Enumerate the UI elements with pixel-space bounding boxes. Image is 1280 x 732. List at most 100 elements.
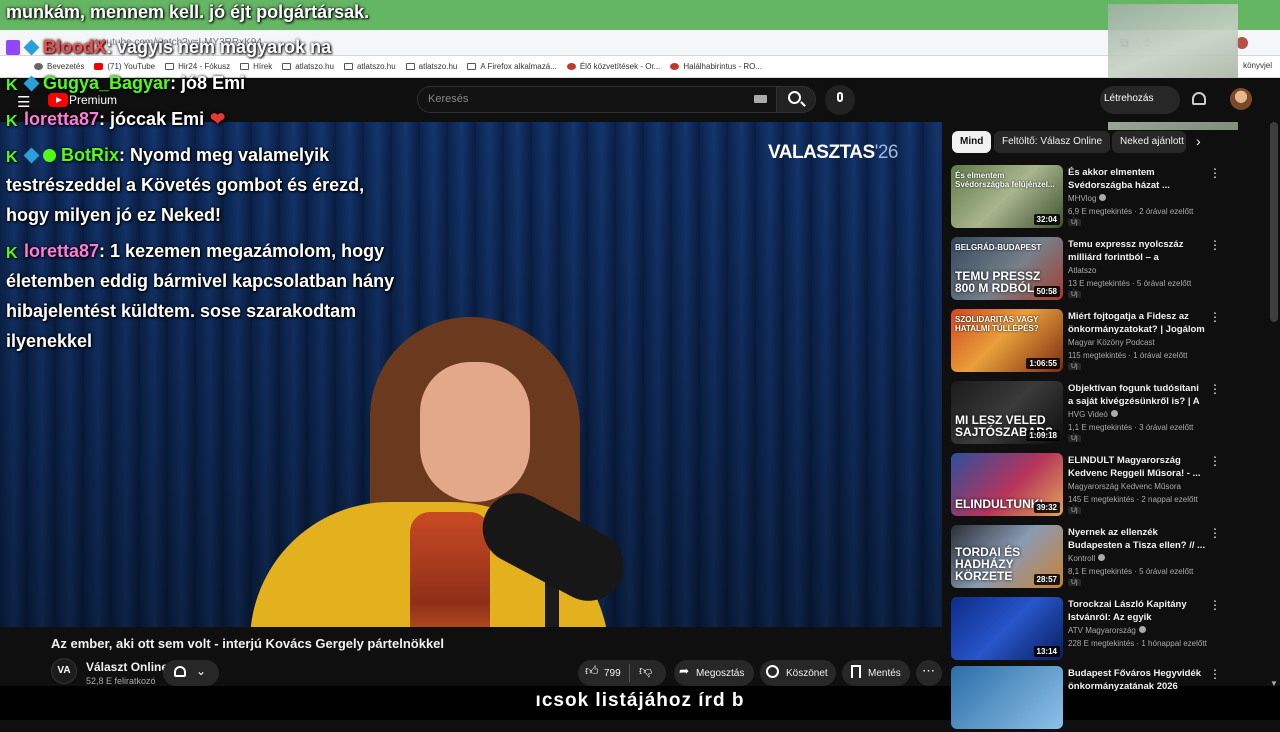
kebab-menu-icon[interactable]: ⋮: [1209, 310, 1221, 324]
new-badge: Új: [1068, 219, 1081, 226]
kebab-menu-icon[interactable]: ⋮: [1209, 238, 1221, 252]
video-meta: 145 E megtekintés · 2 nappal ezelőtt: [1068, 495, 1198, 504]
bookmark-item[interactable]: Halálhabirintus - RO...: [670, 62, 762, 71]
kebab-menu-icon[interactable]: ⋮: [1209, 382, 1221, 396]
kebab-menu-icon[interactable]: ⋮: [1209, 454, 1221, 468]
channel-label: ATV Magyarország: [1068, 626, 1136, 635]
recommended-video[interactable]: BELGRÁD-BUDAPEST TEMU PRESSZ 800 M RDBÓL 5…: [951, 237, 1251, 303]
bookmark-item[interactable]: Élő közvetítések - Or...: [566, 62, 661, 71]
bookmark-label: Halálhabirintus - RO...: [683, 62, 763, 71]
channel-name[interactable]: MHVlog: [1068, 194, 1107, 203]
video-title[interactable]: Miért fojtogatja a Fidesz az önkormányza…: [1068, 310, 1206, 336]
recommended-video[interactable]: Budapest Főváros Hegyvidék önkormányzatá…: [951, 666, 1251, 732]
bookmark-label: atlatszo.hu: [356, 62, 396, 71]
chat-text-line: ilyenekkel: [6, 331, 93, 351]
bookmark-label: Élő közvetítések - Or...: [579, 62, 661, 71]
chip-uploader[interactable]: Feltöltő: Válasz Online: [994, 131, 1111, 153]
chip-recommended[interactable]: Neked ajánlott: [1112, 131, 1186, 153]
dislike-icon[interactable]: 👎︎: [639, 664, 652, 679]
video-duration: 1:06:55: [1026, 358, 1060, 369]
video-title[interactable]: És akkor elmentem Svédországba házat ...: [1068, 166, 1206, 192]
channel-name[interactable]: Választ Online: [86, 660, 168, 674]
recommended-video[interactable]: TORDAI ÉS HADHÁZY KÖRZETE 28:57 Nyernek az…: [951, 525, 1251, 591]
video-title: Az ember, aki ott sem volt - interjú Kov…: [51, 636, 445, 651]
scroll-down-icon[interactable]: ▼: [1270, 679, 1278, 688]
video-thumbnail[interactable]: TORDAI ÉS HADHÁZY KÖRZETE 28:57: [951, 525, 1063, 588]
channel-name[interactable]: Kontroll: [1068, 554, 1106, 563]
bookmark-label: atlatszo.hu: [295, 62, 334, 71]
video-thumbnail[interactable]: És elmentem Svédországba felújénzel... 32…: [951, 165, 1063, 228]
video-thumbnail[interactable]: 13:14: [951, 597, 1063, 660]
video-thumbnail[interactable]: MI LESZ VELED SAJTÓSZABADS 1:09:18: [951, 381, 1063, 444]
recommended-video[interactable]: 13:14 Torockzai László Kapitány Istvánról…: [951, 597, 1251, 663]
divider: [629, 664, 630, 682]
like-icon[interactable]: 👍︎: [585, 664, 599, 679]
keyboard-icon[interactable]: [754, 95, 767, 103]
like-count[interactable]: 799: [604, 668, 621, 679]
other-bookmarks[interactable]: könyvjel: [1243, 61, 1272, 70]
verified-icon: [1138, 626, 1146, 633]
video-title[interactable]: Temu expressz nyolcszáz milliárd forintb…: [1068, 238, 1206, 264]
kick-icon: K: [6, 245, 18, 262]
video-duration: 50:58: [1033, 286, 1060, 297]
bookmark-item[interactable]: atlatszo.hu: [282, 62, 334, 71]
site-icon: [566, 63, 576, 70]
video-meta: 13 E megtekintés · 5 órával ezelőtt: [1068, 279, 1192, 288]
kebab-menu-icon[interactable]: ⋮: [1209, 526, 1221, 540]
chevron-right-icon[interactable]: ›: [1196, 133, 1201, 149]
video-thumbnail[interactable]: BELGRÁD-BUDAPEST TEMU PRESSZ 800 M RDBÓL 5…: [951, 237, 1063, 300]
bookmark-item[interactable]: atlatszo.hu: [343, 62, 396, 71]
recommended-video[interactable]: MI LESZ VELED SAJTÓSZABADS 1:09:18 Objektí…: [951, 381, 1251, 447]
video-duration: 1:09:18: [1026, 430, 1060, 441]
chat-text: : Nyomd meg valamelyik: [119, 145, 330, 165]
video-title[interactable]: ELINDULT Magyarország Kedvenc Reggeli Mű…: [1068, 454, 1206, 480]
recommended-video[interactable]: ELINDULTUNK! 39:32 ELINDULT Magyarország K…: [951, 453, 1251, 519]
subscription-bell-button[interactable]: [163, 660, 219, 686]
new-badge: Új: [1068, 579, 1081, 586]
video-title[interactable]: Nyernek az ellenzék Budapesten a Tisza e…: [1068, 526, 1206, 552]
search-input[interactable]: [417, 86, 777, 113]
avatar[interactable]: [1230, 88, 1252, 110]
channel-label: Atlatszo: [1068, 266, 1097, 275]
bookmark-label: A Firefox alkalmazá...: [480, 62, 557, 71]
video-title[interactable]: Torockzai László Kapitány Istvánról: Az …: [1068, 598, 1206, 624]
thanks-label: Köszönet: [786, 668, 828, 679]
chat-message-partial: munkám, mennem kell. jó éjt polgártársak…: [6, 2, 370, 22]
video-title[interactable]: Objektívan fogunk tudósítani a saját kiv…: [1068, 382, 1206, 408]
channel-name[interactable]: Magyar Közöny Podcast: [1068, 338, 1155, 347]
heart-icon: ❤: [210, 109, 226, 129]
twitch-icon: [6, 40, 20, 55]
kebab-menu-icon[interactable]: ⋮: [1209, 667, 1221, 681]
notifications-bell-icon[interactable]: [1192, 92, 1206, 105]
chevron-down-icon: ⌄: [196, 664, 207, 678]
thumbnail-caption: És elmentem Svédországba felújénzel...: [955, 171, 1055, 189]
video-title[interactable]: Budapest Főváros Hegyvidék önkormányzatá…: [1068, 667, 1206, 693]
chat-text: : vagyis nem magyarok na: [106, 37, 332, 57]
kebab-menu-icon[interactable]: ⋮: [1209, 598, 1221, 612]
video-thumbnail[interactable]: ELINDULTUNK! 39:32: [951, 453, 1063, 516]
bookmark-item[interactable]: atlatszo.hu: [405, 62, 457, 71]
chat-message: K BotRix: Nyomd meg valamelyik: [6, 140, 329, 170]
recommended-video[interactable]: És elmentem Svédországba felújénzel... 32…: [951, 165, 1251, 231]
channel-name[interactable]: Magyarország Kedvenc Műsora: [1068, 482, 1181, 491]
recommended-video[interactable]: SZOLIDARITÁS VAGY HATALMI TÚLLÉPÉS? 1:06:…: [951, 309, 1251, 375]
search-placeholder: Keresés: [428, 93, 469, 105]
video-meta: 1,1 E megtekintés · 3 órával ezelőtt: [1068, 423, 1194, 432]
video-thumbnail[interactable]: SZOLIDARITÁS VAGY HATALMI TÚLLÉPÉS? 1:06:…: [951, 309, 1063, 372]
bell-icon: [174, 666, 186, 677]
channel-name[interactable]: HVG Videó: [1068, 410, 1118, 419]
channel-name[interactable]: Atlatszo: [1068, 266, 1096, 275]
chat-username: BotRix: [61, 145, 119, 165]
bookmark-label: Hírek: [253, 62, 273, 71]
scrollbar[interactable]: [1270, 122, 1278, 322]
chat-username: BloodX: [43, 37, 106, 57]
bookmark-item[interactable]: A Firefox alkalmazá...: [467, 62, 557, 71]
kebab-menu-icon[interactable]: ⋮: [1209, 166, 1221, 180]
video-duration: 28:57: [1033, 574, 1060, 585]
chat-text: : jó8 Emi: [170, 73, 246, 93]
chip-all[interactable]: Mind: [952, 131, 992, 153]
channel-name[interactable]: ATV Magyarország: [1068, 626, 1146, 635]
verified-icon: [1099, 194, 1107, 201]
new-badge: Új: [1068, 507, 1081, 514]
verified-icon: [43, 149, 56, 162]
